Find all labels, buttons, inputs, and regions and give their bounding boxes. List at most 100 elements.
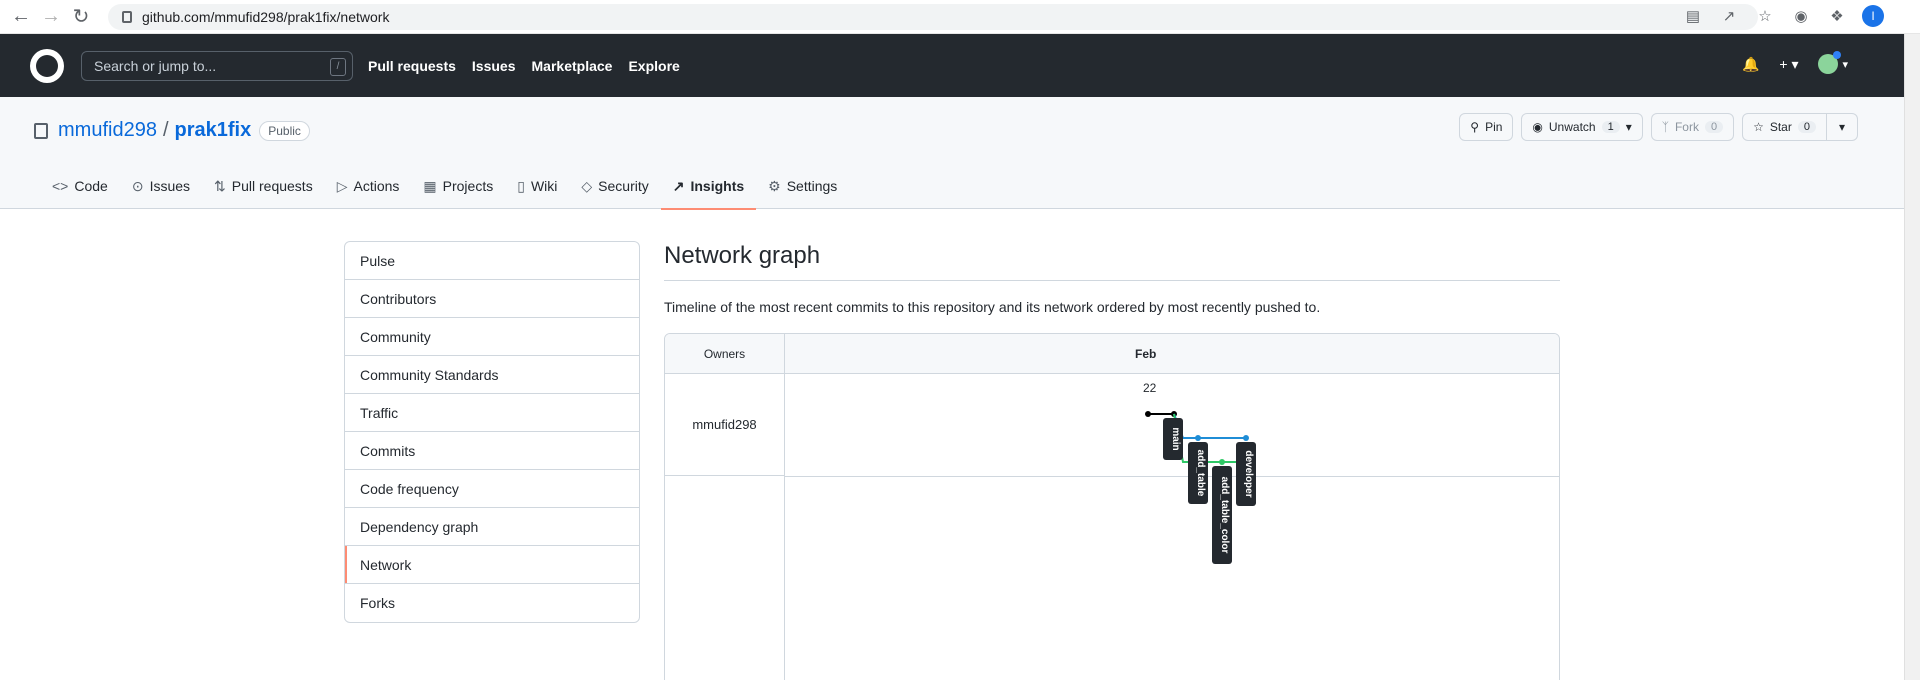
pin-button[interactable]: ⚲ Pin: [1459, 113, 1514, 141]
watch-count: 1: [1601, 121, 1620, 133]
search-placeholder: Search or jump to...: [94, 57, 217, 74]
page-description: Timeline of the most recent commits to t…: [664, 299, 1321, 315]
tab-settings[interactable]: ⚙ Settings: [756, 163, 849, 209]
translate-icon[interactable]: ▤: [1682, 5, 1704, 27]
star-count: 0: [1797, 121, 1816, 133]
nav-issues[interactable]: Issues: [472, 58, 516, 74]
create-new-dropdown[interactable]: + ▾: [1779, 56, 1798, 73]
pin-label: Pin: [1485, 120, 1503, 134]
repo-owner-link[interactable]: mmufid298: [58, 119, 157, 142]
profile-avatar[interactable]: I: [1862, 5, 1884, 27]
nav-marketplace[interactable]: Marketplace: [532, 58, 613, 74]
tab-label: Pull requests: [231, 178, 313, 194]
chevron-down-icon: ▾: [1842, 58, 1848, 71]
commit-dot: [1243, 435, 1249, 441]
table-icon: ▦: [423, 177, 437, 194]
chevron-down-icon: ▾: [1838, 120, 1845, 134]
tab-wiki[interactable]: ▯ Wiki: [505, 163, 569, 209]
github-logo-icon[interactable]: [30, 48, 64, 83]
globe-icon[interactable]: ◉: [1790, 5, 1812, 27]
branch-label-developer-text: developer: [1243, 450, 1254, 497]
tab-label: Insights: [690, 178, 745, 194]
fork-icon: ᛉ: [1661, 120, 1669, 134]
search-input[interactable]: Search or jump to... /: [81, 50, 353, 81]
user-menu[interactable]: ▾: [1818, 51, 1848, 74]
reload-icon[interactable]: ↻: [66, 2, 96, 32]
commit-dot: [1195, 435, 1201, 441]
star-icon[interactable]: ☆: [1754, 5, 1776, 27]
pin-icon: ⚲: [1470, 120, 1480, 134]
sidebar-item-code-frequency[interactable]: Code frequency: [345, 470, 639, 508]
lock-icon: [122, 11, 132, 23]
repo-name-link[interactable]: prak1fix: [175, 119, 252, 142]
commit-graph-canvas[interactable]: main add_table add_table_color developer: [665, 334, 1560, 680]
unwatch-label: Unwatch: [1548, 120, 1596, 134]
insights-sidebar: Pulse Contributors Community Community S…: [344, 241, 640, 623]
eye-icon: ◉: [1532, 120, 1543, 134]
tab-security[interactable]: ◇ Security: [569, 163, 660, 209]
sidebar-item-commits[interactable]: Commits: [345, 432, 639, 470]
extensions-icon[interactable]: ❖: [1826, 5, 1848, 27]
browser-actions: ▤ ↗ ☆ ◉ ❖ I: [1682, 5, 1884, 27]
book-icon: ▯: [517, 177, 525, 194]
fork-count: 0: [1704, 121, 1724, 133]
tab-code[interactable]: <> Code: [40, 163, 120, 209]
sidebar-item-contributors[interactable]: Contributors: [345, 280, 639, 318]
main-content: Network graph Timeline of the most recen…: [664, 242, 1560, 315]
repo-separator: /: [162, 119, 169, 141]
branch-label-main-text: main: [1170, 427, 1181, 450]
search-shortcut-key: /: [330, 57, 346, 76]
repo-title: mmufid298 / prak1fix Public: [34, 119, 310, 142]
tab-label: Issues: [149, 178, 191, 194]
branch-label-main: main: [1163, 418, 1183, 460]
fork-button[interactable]: ᛉ Fork 0: [1650, 113, 1735, 141]
bell-icon[interactable]: 🔔: [1742, 56, 1759, 73]
branch-label-add-table-color-text: add_table_color: [1219, 477, 1230, 554]
page-title: Network graph: [664, 242, 1560, 281]
play-icon: ▷: [336, 177, 348, 194]
sidebar-item-pulse[interactable]: Pulse: [345, 242, 639, 280]
repo-tabs: <> Code ⊙ Issues ⇅ Pull requests ▷ Actions ▦…: [40, 163, 849, 210]
chevron-down-icon: ▾: [1625, 120, 1632, 134]
code-icon: <>: [52, 178, 69, 194]
header-actions: 🔔 + ▾ ▾: [1742, 51, 1848, 74]
repo-icon: [34, 122, 48, 139]
address-bar[interactable]: github.com/mmufid298/prak1fix/network: [108, 4, 1758, 30]
issue-icon: ⊙: [131, 177, 144, 194]
tab-pull-requests[interactable]: ⇅ Pull requests: [202, 163, 325, 209]
pull-request-icon: ⇅: [214, 177, 226, 194]
page-scrollbar[interactable]: [1904, 34, 1920, 680]
share-icon[interactable]: ↗: [1718, 5, 1740, 27]
back-icon[interactable]: ←: [6, 2, 36, 32]
repo-actions: ⚲ Pin ◉ Unwatch 1 ▾ ᛉ Fork 0 ☆ Star 0 ▾: [1459, 113, 1858, 141]
sidebar-item-dependency-graph[interactable]: Dependency graph: [345, 508, 639, 546]
tab-insights[interactable]: ↗ Insights: [660, 163, 757, 210]
unwatch-button[interactable]: ◉ Unwatch 1 ▾: [1521, 113, 1643, 141]
sidebar-item-community[interactable]: Community: [345, 318, 639, 356]
tab-label: Projects: [442, 178, 494, 194]
notification-dot: [1833, 51, 1842, 59]
tab-actions[interactable]: ▷ Actions: [325, 163, 412, 209]
star-icon: ☆: [1753, 120, 1764, 134]
tab-projects[interactable]: ▦ Projects: [411, 163, 505, 209]
star-list-dropdown[interactable]: ▾: [1826, 113, 1858, 141]
browser-toolbar: ← → ↻ github.com/mmufid298/prak1fix/netw…: [0, 0, 1920, 34]
star-button[interactable]: ☆ Star 0: [1742, 113, 1827, 141]
nav-pull-requests[interactable]: Pull requests: [368, 58, 456, 74]
gear-icon: ⚙: [768, 177, 781, 194]
branch-label-add-table-color: add_table_color: [1212, 466, 1232, 564]
branch-label-developer: developer: [1236, 442, 1256, 506]
forward-icon[interactable]: →: [36, 2, 66, 32]
tab-label: Actions: [353, 178, 400, 194]
repo-header: mmufid298 / prak1fix Public ⚲ Pin ◉ Unwa…: [0, 97, 1904, 210]
github-header: Search or jump to... / Pull requests Iss…: [0, 34, 1904, 97]
nav-explore[interactable]: Explore: [628, 58, 679, 74]
sidebar-item-community-standards[interactable]: Community Standards: [345, 356, 639, 394]
sidebar-item-traffic[interactable]: Traffic: [345, 394, 639, 432]
sidebar-item-forks[interactable]: Forks: [345, 584, 639, 622]
sidebar-item-network[interactable]: Network: [345, 546, 639, 584]
shield-icon: ◇: [581, 177, 593, 194]
branch-label-add-table-text: add_table: [1195, 450, 1206, 497]
network-graph[interactable]: Owners Feb mmufid298 22 main add_table a…: [664, 333, 1560, 680]
tab-issues[interactable]: ⊙ Issues: [120, 163, 202, 209]
